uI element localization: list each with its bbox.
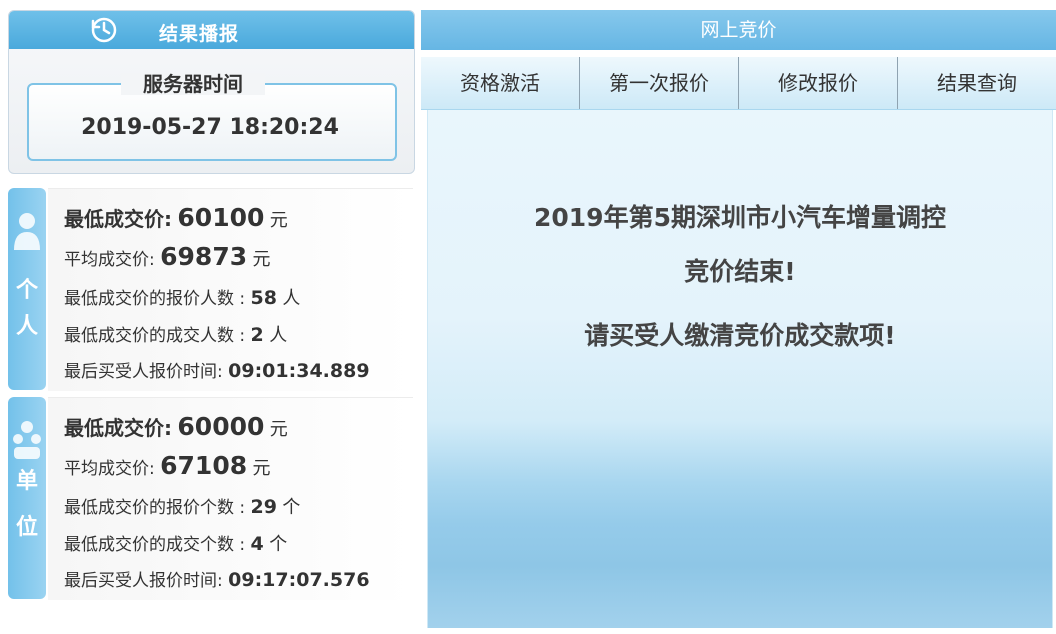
tab-result-query[interactable]: 结果查询	[898, 57, 1056, 109]
auction-title-message: 2019年第5期深圳市小汽车增量调控	[534, 203, 946, 232]
organization-tab-char-2: 位	[15, 515, 38, 540]
individual-tab[interactable]: 个 人	[8, 188, 46, 390]
individual-info: 最低成交价: 60100 元 平均成交价: 69873 元 最低成交价的报价人数…	[48, 188, 413, 391]
min-price-label: 最低成交价:	[64, 416, 172, 440]
individual-min-price-row: 最低成交价: 60100 元	[64, 203, 288, 232]
individual-last-time-row: 最后买受人报价时间: 09:01:34.889	[64, 357, 370, 382]
organization-avg-price-row: 平均成交价: 67108 元	[64, 451, 271, 480]
avg-price-value: 67108	[160, 451, 248, 480]
currency-unit: 元	[252, 458, 271, 479]
deal-count-unit: 人	[269, 325, 288, 346]
last-bid-time-label: 最后买受人报价时间:	[64, 571, 223, 591]
auction-ended-message: 竞价结束!	[684, 257, 796, 286]
bid-count-label: 最低成交价的报价人数 :	[64, 289, 246, 309]
last-bid-time-value: 09:01:34.889	[228, 360, 370, 382]
avg-price-label: 平均成交价:	[64, 250, 155, 270]
individual-deal-count-row: 最低成交价的成交人数 : 2 人	[64, 321, 287, 347]
person-icon	[14, 213, 40, 250]
organization-min-price-row: 最低成交价: 60000 元	[64, 412, 288, 441]
organization-tab[interactable]: 单 位	[8, 397, 46, 599]
individual-results-section: 个 人 最低成交价: 60100 元 平均成交价: 69873 元 最低成交价的…	[8, 188, 413, 391]
organization-bid-count-row: 最低成交价的报价个数 : 29 个	[64, 493, 300, 519]
avg-price-label: 平均成交价:	[64, 459, 155, 479]
min-price-value: 60100	[177, 203, 265, 232]
deal-count-value: 2	[250, 324, 264, 346]
deal-count-label: 最低成交价的成交个数 :	[64, 535, 246, 555]
payment-reminder-message: 请买受人缴清竞价成交款项!	[584, 321, 896, 350]
server-time-value: 2019-05-27 18:20:24	[81, 115, 339, 140]
currency-unit: 元	[269, 210, 288, 231]
organization-info: 最低成交价: 60000 元 平均成交价: 67108 元 最低成交价的报价个数…	[48, 397, 413, 600]
bid-count-value: 58	[250, 287, 277, 309]
tab-modify-bid[interactable]: 修改报价	[739, 57, 898, 109]
bidding-tab-bar: 资格激活 第一次报价 修改报价 结果查询	[421, 57, 1056, 110]
tab-first-bid[interactable]: 第一次报价	[580, 57, 739, 109]
organization-deal-count-row: 最低成交价的成交个数 : 4 个	[64, 530, 287, 556]
last-bid-time-value: 09:17:07.576	[228, 569, 370, 591]
individual-tab-char-2: 人	[15, 314, 38, 339]
online-bidding-panel: 网上竞价 资格激活 第一次报价 修改报价 结果查询 2019年第5期深圳市小汽车…	[421, 10, 1056, 630]
tab-qualification-activation[interactable]: 资格激活	[421, 57, 580, 109]
organization-results-section: 单 位 最低成交价: 60000 元 平均成交价: 67108 元 最低成交价的…	[8, 397, 413, 600]
currency-unit: 元	[252, 249, 271, 270]
result-broadcast-header: 结果播报	[9, 11, 414, 49]
avg-price-value: 69873	[160, 242, 248, 271]
bid-count-label: 最低成交价的报价个数 :	[64, 498, 246, 518]
individual-tab-char-1: 个	[15, 278, 38, 303]
deal-count-unit: 个	[269, 534, 288, 555]
individual-bid-count-row: 最低成交价的报价人数 : 58 人	[64, 284, 300, 310]
bidding-message-area: 2019年第5期深圳市小汽车增量调控 竞价结束! 请买受人缴清竞价成交款项!	[427, 110, 1053, 628]
individual-avg-price-row: 平均成交价: 69873 元	[64, 242, 271, 271]
organization-last-time-row: 最后买受人报价时间: 09:17:07.576	[64, 566, 370, 591]
deal-count-value: 4	[250, 533, 264, 555]
online-bidding-header: 网上竞价	[421, 10, 1056, 50]
clock-refresh-icon	[91, 17, 117, 43]
organization-tab-char-1: 单	[15, 469, 38, 494]
deal-count-label: 最低成交价的成交人数 :	[64, 326, 246, 346]
organization-icon	[13, 421, 41, 459]
bid-count-value: 29	[250, 496, 277, 518]
min-price-value: 60000	[177, 412, 265, 441]
server-time-label: 服务器时间	[121, 73, 265, 95]
result-broadcast-title: 结果播报	[159, 23, 240, 45]
last-bid-time-label: 最后买受人报价时间:	[64, 362, 223, 382]
currency-unit: 元	[269, 419, 288, 440]
left-column: 结果播报 服务器时间 2019-05-27 18:20:24 个 人 最低成交价…	[8, 10, 415, 630]
min-price-label: 最低成交价:	[64, 207, 172, 231]
result-broadcast-panel: 结果播报 服务器时间 2019-05-27 18:20:24	[8, 10, 415, 174]
bid-count-unit: 个	[282, 497, 301, 518]
bid-count-unit: 人	[282, 288, 301, 309]
